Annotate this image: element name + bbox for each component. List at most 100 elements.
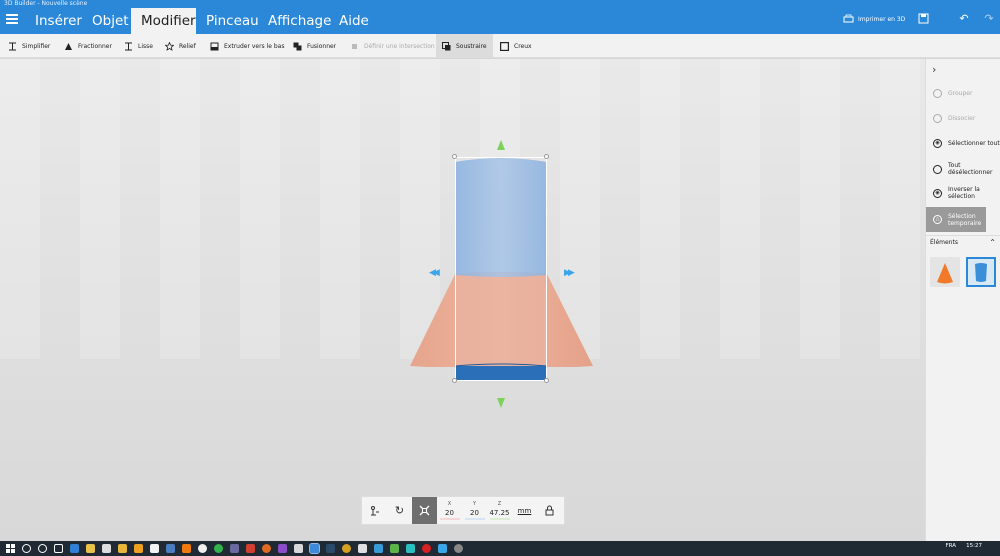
app-icon-7[interactable] xyxy=(294,544,303,553)
y-value[interactable]: 20 xyxy=(470,509,479,517)
ungroup-label: Dissocier xyxy=(948,115,976,122)
search-icon[interactable] xyxy=(22,544,31,553)
unit-selector[interactable]: mm xyxy=(512,507,537,515)
merge-icon xyxy=(293,42,302,50)
resize-handle-top-right[interactable] xyxy=(544,154,549,159)
hollow-icon xyxy=(500,41,509,51)
title-bar: 3D Builder - Nouvelle scène Insérer Obje… xyxy=(0,0,1000,34)
file-explorer-icon[interactable] xyxy=(86,544,95,553)
element-thumbnail-cone[interactable] xyxy=(930,257,960,287)
twitch-icon[interactable] xyxy=(278,544,287,553)
app-icon-4[interactable] xyxy=(198,544,207,553)
app-icon-10[interactable] xyxy=(374,544,383,553)
move-up-arrow-icon[interactable] xyxy=(497,140,505,150)
simplify-button[interactable]: Simplifier xyxy=(4,34,54,58)
split-label: Fractionner xyxy=(78,42,112,50)
x-dimension[interactable]: X 20 xyxy=(437,497,462,524)
z-dimension[interactable]: Z 47.25 xyxy=(487,497,512,524)
app-title: 3D Builder - Nouvelle scène xyxy=(4,0,88,7)
app-icon-11[interactable] xyxy=(390,544,399,553)
folder-icon[interactable] xyxy=(118,544,127,553)
3d-builder-taskbar-icon[interactable] xyxy=(309,543,320,554)
app-icon-2[interactable] xyxy=(150,544,159,553)
deselect-all-label-line2: désélectionner xyxy=(948,169,993,176)
store-icon[interactable] xyxy=(102,544,111,553)
transform-bar: ↻ X 20 Y 20 Z 47.25 mm xyxy=(361,496,565,525)
group-label: Grouper xyxy=(948,90,973,97)
task-view-icon[interactable] xyxy=(54,544,63,553)
app-icon-15[interactable] xyxy=(454,544,463,553)
subtract-label: Soustraire xyxy=(456,42,487,50)
save-icon[interactable] xyxy=(917,13,929,25)
windows-start-icon[interactable] xyxy=(6,544,15,553)
smooth-button[interactable]: Lisse xyxy=(120,34,157,58)
group-icon xyxy=(933,89,942,98)
app-icon-14[interactable] xyxy=(438,544,447,553)
app-icon-8[interactable] xyxy=(326,544,335,553)
ungroup-button[interactable]: Dissocier xyxy=(926,114,1000,123)
move-tool-button[interactable] xyxy=(362,497,387,524)
deselect-all-button[interactable]: Tout désélectionner xyxy=(926,162,1000,176)
app-icon-1[interactable] xyxy=(134,544,143,553)
hamburger-menu-icon[interactable] xyxy=(6,14,18,24)
intersect-label: Définir une intersection xyxy=(364,42,435,50)
subtract-button[interactable]: Soustraire xyxy=(436,34,493,58)
y-dimension[interactable]: Y 20 xyxy=(462,497,487,524)
vlc-icon[interactable] xyxy=(182,544,191,553)
scale-tool-button[interactable] xyxy=(412,497,437,524)
group-button[interactable]: Grouper xyxy=(926,89,1000,98)
emboss-button[interactable]: Relief xyxy=(161,34,200,58)
invert-selection-button[interactable]: ◉ Inverser la sélection xyxy=(926,186,1000,200)
clock[interactable]: 15:27 xyxy=(966,543,982,549)
chrome-icon[interactable] xyxy=(342,544,351,553)
resize-handle-bottom-right[interactable] xyxy=(544,378,549,383)
move-down-arrow-icon[interactable] xyxy=(497,398,505,408)
split-button[interactable]: Fractionner xyxy=(60,34,116,58)
edge-icon[interactable] xyxy=(70,544,79,553)
app-icon-13[interactable] xyxy=(422,544,431,553)
merge-button[interactable]: Fusionner xyxy=(289,34,340,58)
move-right-arrow-icon[interactable]: ▶▶ xyxy=(564,268,575,278)
app-icon-6[interactable] xyxy=(246,544,255,553)
intersect-icon xyxy=(352,43,357,49)
select-all-button[interactable]: ◉ Sélectionner tout xyxy=(926,139,1000,148)
smooth-label: Lisse xyxy=(138,42,153,50)
resize-handle-bottom-left[interactable] xyxy=(452,378,457,383)
select-all-icon: ◉ xyxy=(933,139,942,148)
z-value[interactable]: 47.25 xyxy=(489,509,509,517)
rotate-tool-button[interactable]: ↻ xyxy=(387,497,412,524)
app-icon-5[interactable] xyxy=(214,544,223,553)
deselect-all-icon xyxy=(933,164,942,174)
temporary-selection-label-line2: temporaire xyxy=(948,219,982,227)
x-value[interactable]: 20 xyxy=(445,509,454,517)
lock-proportions-button[interactable] xyxy=(537,497,562,524)
hollow-label: Creux xyxy=(514,42,532,50)
print-3d-button[interactable]: Imprimer en 3D xyxy=(843,14,905,24)
redo-icon[interactable]: ↷ xyxy=(983,13,995,25)
cortana-icon[interactable] xyxy=(38,544,47,553)
extrude-down-button[interactable]: Extruder vers le bas xyxy=(206,34,288,58)
app-icon-12[interactable] xyxy=(406,544,415,553)
temporary-selection-button[interactable]: △ Sélection temporaire xyxy=(926,207,986,232)
app-icon-3[interactable] xyxy=(166,544,175,553)
move-left-arrow-icon[interactable]: ◀◀ xyxy=(429,268,440,278)
intersect-button[interactable]: Définir une intersection xyxy=(346,34,439,58)
tab-modifier[interactable]: Modifier xyxy=(131,8,196,34)
language-indicator[interactable]: FRA xyxy=(945,543,956,549)
chevron-up-icon[interactable]: ⌃ xyxy=(989,236,996,250)
subtract-icon xyxy=(442,41,451,50)
undo-icon[interactable]: ↶ xyxy=(958,13,970,25)
collapse-panel-chevron-icon[interactable]: › xyxy=(932,63,936,76)
tab-aide[interactable]: Aide xyxy=(329,8,379,34)
hollow-button[interactable]: Creux xyxy=(496,34,536,58)
resize-handle-top-left[interactable] xyxy=(452,154,457,159)
firefox-icon[interactable] xyxy=(262,544,271,553)
steam-icon[interactable] xyxy=(230,544,239,553)
star-icon xyxy=(165,41,174,51)
windows-taskbar: FRA 15:27 xyxy=(0,541,1000,556)
elements-header[interactable]: Éléments ⌃ xyxy=(926,235,1000,249)
app-icon-9[interactable] xyxy=(358,544,367,553)
x-axis-bar xyxy=(439,518,460,520)
invert-selection-icon: ◉ xyxy=(933,188,942,198)
element-thumbnail-cylinder[interactable] xyxy=(966,257,996,287)
